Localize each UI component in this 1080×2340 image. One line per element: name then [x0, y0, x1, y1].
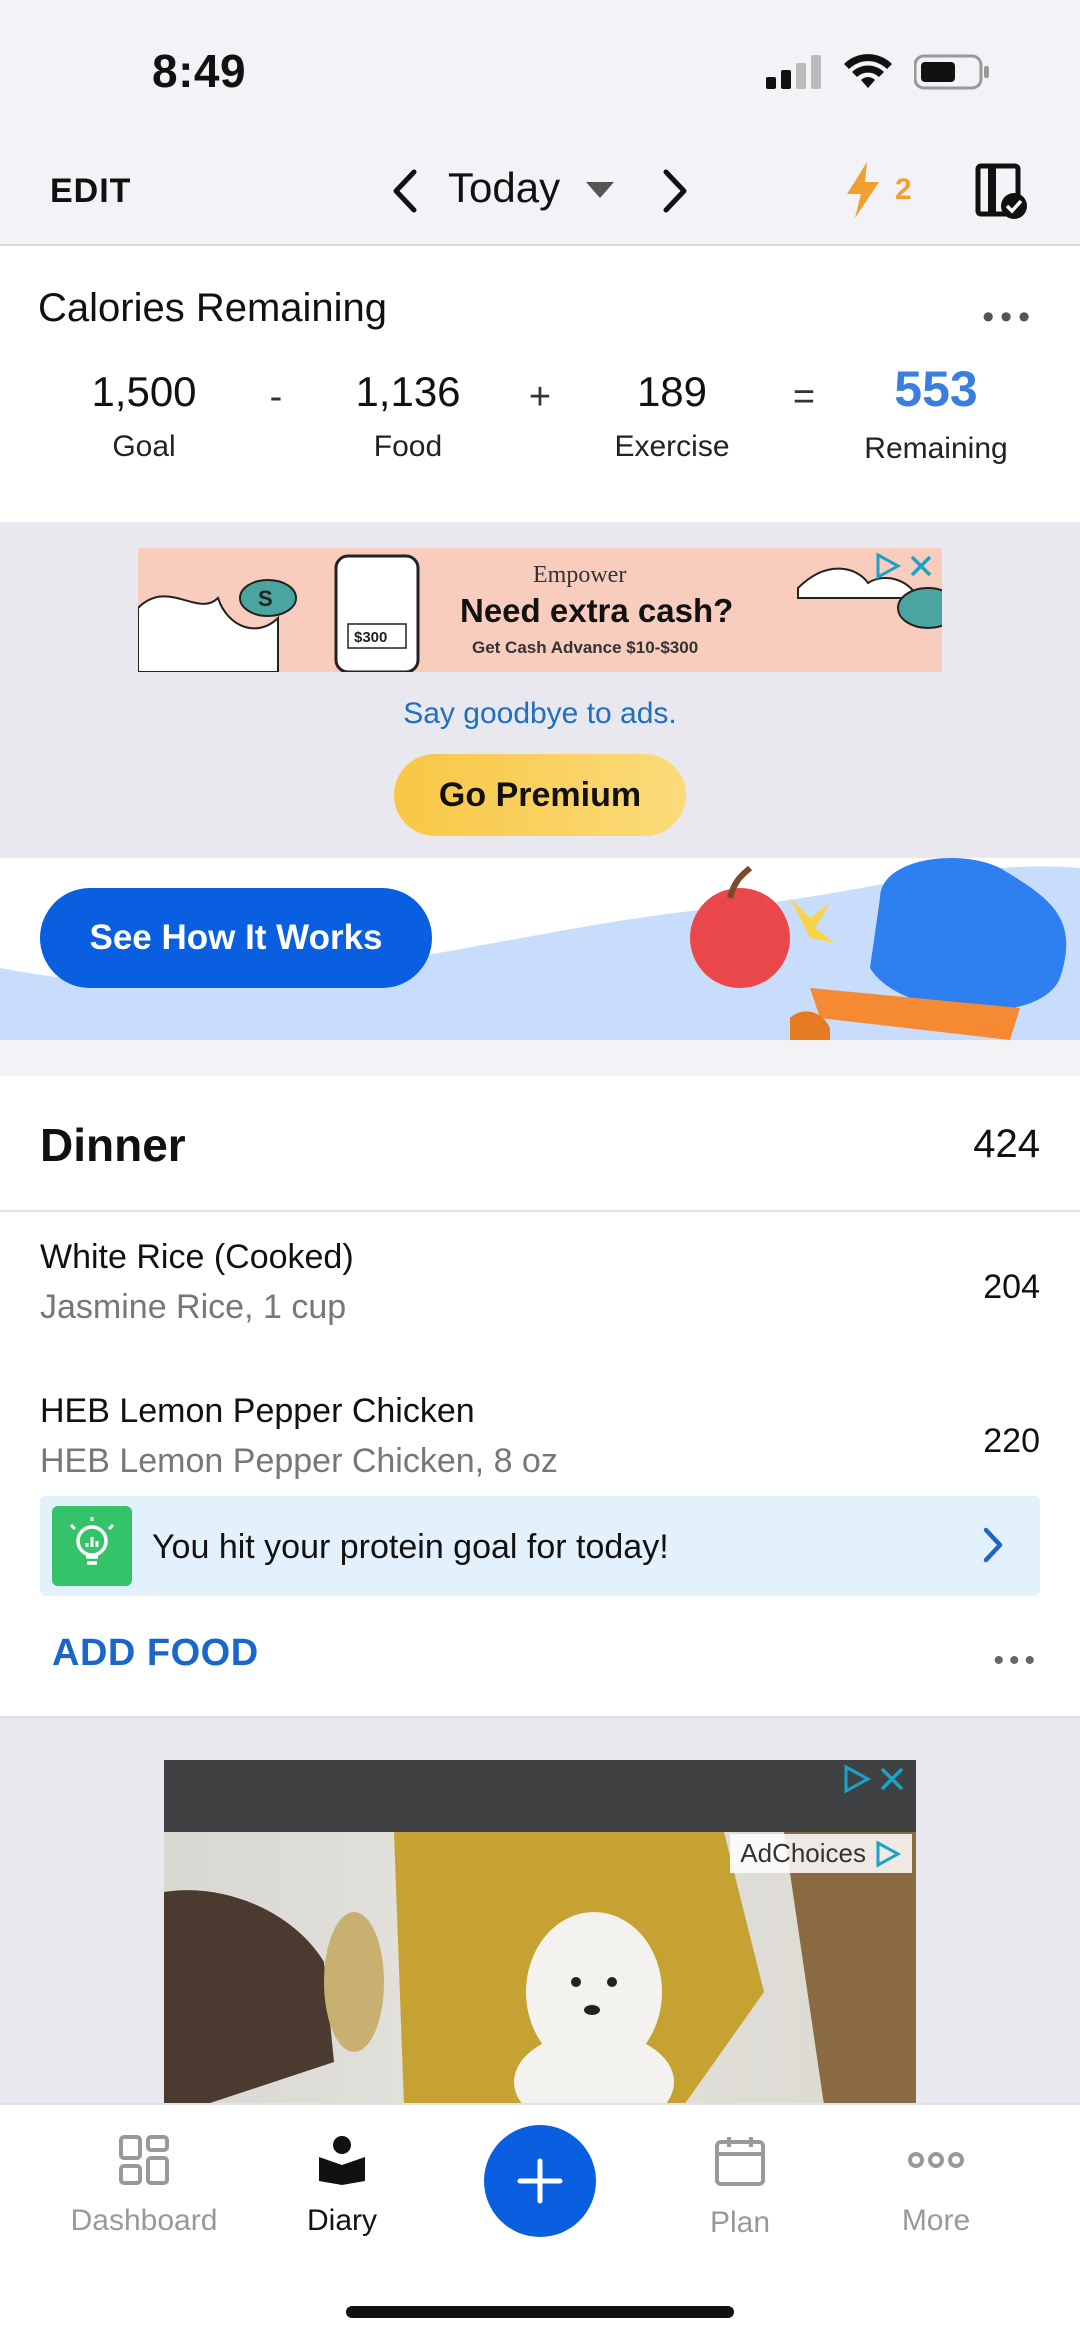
promo-banner[interactable]: See How It Works: [0, 858, 1080, 1040]
protein-goal-insight[interactable]: You hit your protein goal for today!: [40, 1496, 1040, 1596]
diary-complete-icon[interactable]: [974, 162, 1030, 220]
ad2-controls: [842, 1764, 906, 1794]
minus-operator: -: [269, 376, 283, 418]
adchoices-triangle-icon: [876, 1839, 902, 1868]
food-entry[interactable]: White Rice (Cooked) Jasmine Rice, 1 cup …: [0, 1238, 1080, 1388]
svg-text:S: S: [258, 586, 273, 611]
dashboard-icon: [119, 2135, 169, 2185]
goal-column: 1,500 Goal: [44, 368, 244, 464]
ad-headline: Need extra cash?: [460, 592, 734, 629]
goal-label: Goal: [112, 430, 176, 463]
calories-options-icon[interactable]: •••: [982, 298, 1036, 337]
edit-button[interactable]: EDIT: [50, 172, 131, 211]
remaining-column: 553 Remaining: [836, 361, 1036, 466]
exercise-label: Exercise: [614, 430, 730, 463]
status-time: 8:49: [152, 45, 247, 97]
remove-ads-link[interactable]: Say goodbye to ads.: [0, 697, 1080, 731]
equals-operator: =: [792, 376, 816, 418]
battery-icon: [914, 54, 989, 90]
goal-value: 1,500: [91, 368, 197, 415]
food-value: 1,136: [355, 368, 461, 415]
calendar-icon: [715, 2137, 765, 2186]
remaining-label: Remaining: [864, 432, 1008, 465]
lightbulb-icon: [52, 1506, 132, 1586]
food-calories: 220: [983, 1422, 1040, 1460]
date-selector[interactable]: Today: [448, 164, 560, 212]
chevron-right-icon[interactable]: [660, 166, 690, 216]
ad-section: S $300 Empower Need extra cash? Get Cash…: [0, 522, 1080, 858]
remaining-value: 553: [894, 361, 978, 417]
food-label: Food: [373, 430, 443, 463]
tab-dashboard[interactable]: Dashboard: [44, 2135, 244, 2238]
status-icons: [766, 54, 990, 90]
tab-plan[interactable]: Plan: [640, 2135, 840, 2240]
ad-subline: Get Cash Advance $10-$300: [472, 638, 699, 657]
wifi-icon: [844, 54, 892, 88]
ad-controls: [874, 552, 934, 580]
food-name: White Rice (Cooked): [40, 1238, 354, 1276]
ad-video[interactable]: AdChoices: [164, 1760, 916, 2105]
dinner-title: Dinner: [40, 1119, 186, 1171]
add-food-button[interactable]: ADD FOOD: [52, 1632, 259, 1675]
tab-label: More: [901, 2204, 971, 2237]
dinner-section: Dinner 424 White Rice (Cooked) Jasmine R…: [0, 1076, 1080, 1716]
food-column: 1,136 Food: [308, 368, 508, 464]
streak-count: 2: [895, 173, 912, 206]
diary-nav-bar: EDIT Today 2: [0, 140, 1080, 246]
insight-text: You hit your protein goal for today!: [152, 1528, 669, 1566]
food-detail: HEB Lemon Pepper Chicken, 8 oz: [40, 1442, 558, 1480]
food-detail: Jasmine Rice, 1 cup: [40, 1288, 347, 1326]
plus-icon: [517, 2158, 563, 2204]
dinner-options-icon[interactable]: •••: [993, 1644, 1040, 1678]
quick-add-button[interactable]: [484, 2125, 596, 2237]
see-how-it-works-button[interactable]: See How It Works: [40, 888, 432, 988]
ad-section-2: AdChoices: [0, 1716, 1080, 2105]
signal-icon: [766, 55, 821, 89]
adchoices-icon[interactable]: [842, 1764, 872, 1794]
adchoices-icon[interactable]: [874, 552, 902, 580]
chevron-right-icon: [983, 1527, 1003, 1563]
tab-label: Diary: [306, 2204, 377, 2237]
chevron-left-icon[interactable]: [390, 166, 420, 216]
calories-remaining-card: Calories Remaining ••• 1,500 Goal - 1,13…: [0, 246, 1080, 522]
food-name: HEB Lemon Pepper Chicken: [40, 1392, 475, 1430]
ad-brand: Empower: [533, 562, 627, 588]
close-icon[interactable]: [908, 553, 934, 579]
plus-operator: +: [528, 376, 552, 418]
diary-icon: [319, 2136, 365, 2185]
ad-amount: $300: [354, 629, 387, 646]
close-icon[interactable]: [878, 1765, 906, 1793]
bottom-tab-bar: Dashboard Diary Plan More: [0, 2103, 1080, 2340]
caret-down-icon[interactable]: [586, 182, 614, 200]
exercise-column: 189 Exercise: [572, 368, 772, 464]
adchoices-label: AdChoices: [740, 1838, 866, 1868]
lightning-icon: [847, 162, 879, 218]
home-indicator: [346, 2306, 734, 2318]
adchoices-badge[interactable]: AdChoices: [730, 1834, 912, 1873]
status-bar: 8:49: [0, 0, 1080, 140]
tab-more[interactable]: More: [836, 2135, 1036, 2238]
app-screen: 8:49 EDIT Today 2 Calories Remaining •••…: [0, 0, 1080, 2340]
ad-banner[interactable]: S $300 Empower Need extra cash? Get Cash…: [138, 548, 942, 672]
tab-label: Plan: [709, 2206, 771, 2239]
dinner-header[interactable]: Dinner 424: [0, 1076, 1080, 1212]
calories-title: Calories Remaining: [38, 286, 388, 330]
exercise-value: 189: [636, 368, 708, 415]
food-calories: 204: [983, 1268, 1040, 1306]
go-premium-button[interactable]: Go Premium: [394, 754, 686, 836]
tab-diary[interactable]: Diary: [242, 2135, 442, 2238]
streak-badge[interactable]: 2: [845, 162, 912, 218]
dinner-total-calories: 424: [973, 1122, 1040, 1166]
tab-label: Dashboard: [70, 2204, 218, 2237]
more-icon: [908, 2152, 964, 2168]
